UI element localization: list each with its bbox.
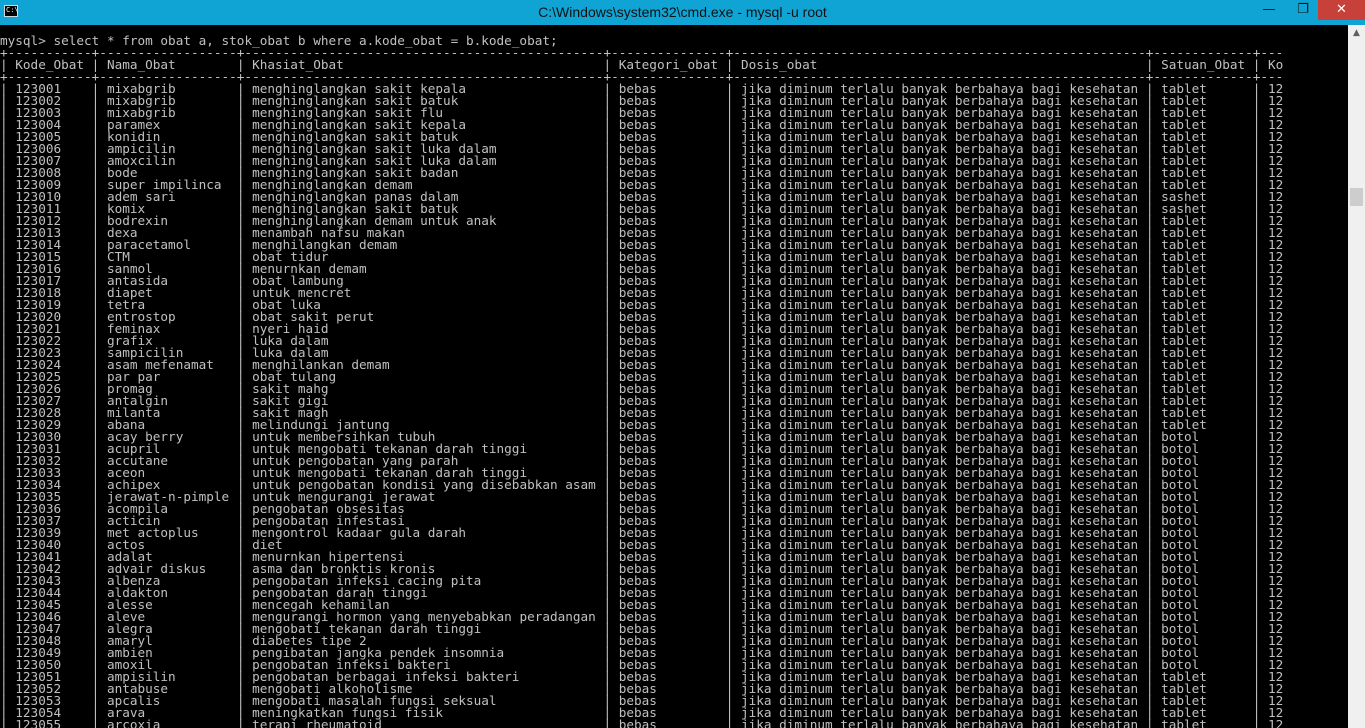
title-bar: C:\ C:\Windows\system32\cmd.exe - mysql … — [0, 0, 1365, 25]
table-cell: terapi rheumatoid — [244, 717, 604, 728]
table-cell: 123055 — [7, 717, 92, 728]
vertical-scrollbar[interactable]: ▲ — [1348, 25, 1365, 728]
window-title: C:\Windows\system32\cmd.exe - mysql -u r… — [538, 4, 827, 20]
scrollbar-thumb[interactable] — [1350, 188, 1363, 206]
close-button[interactable]: ✕ — [1318, 0, 1365, 20]
table-cell: arcoxia — [99, 717, 237, 728]
table-cell: 12 — [1260, 717, 1284, 728]
prompt-line: mysql> select * from obat a, stok_obat b… — [0, 25, 1348, 47]
minimize-button[interactable]: — — [1255, 0, 1283, 20]
table-cell: bebas — [611, 717, 726, 728]
table-cell: jika diminum terlalu banyak berbahaya ba… — [733, 717, 1146, 728]
table-cell: tablet — [1153, 717, 1253, 728]
table-body: | 123001 | mixabgrib | menghinglangkan s… — [0, 82, 1348, 728]
console-output[interactable]: mysql> select * from obat a, stok_obat b… — [0, 25, 1348, 728]
scroll-up-arrow-icon[interactable]: ▲ — [1348, 25, 1365, 42]
table-row: | 123055 | arcoxia | terapi rheumatoid |… — [0, 717, 1348, 728]
maximize-button[interactable]: ❐ — [1289, 0, 1317, 20]
